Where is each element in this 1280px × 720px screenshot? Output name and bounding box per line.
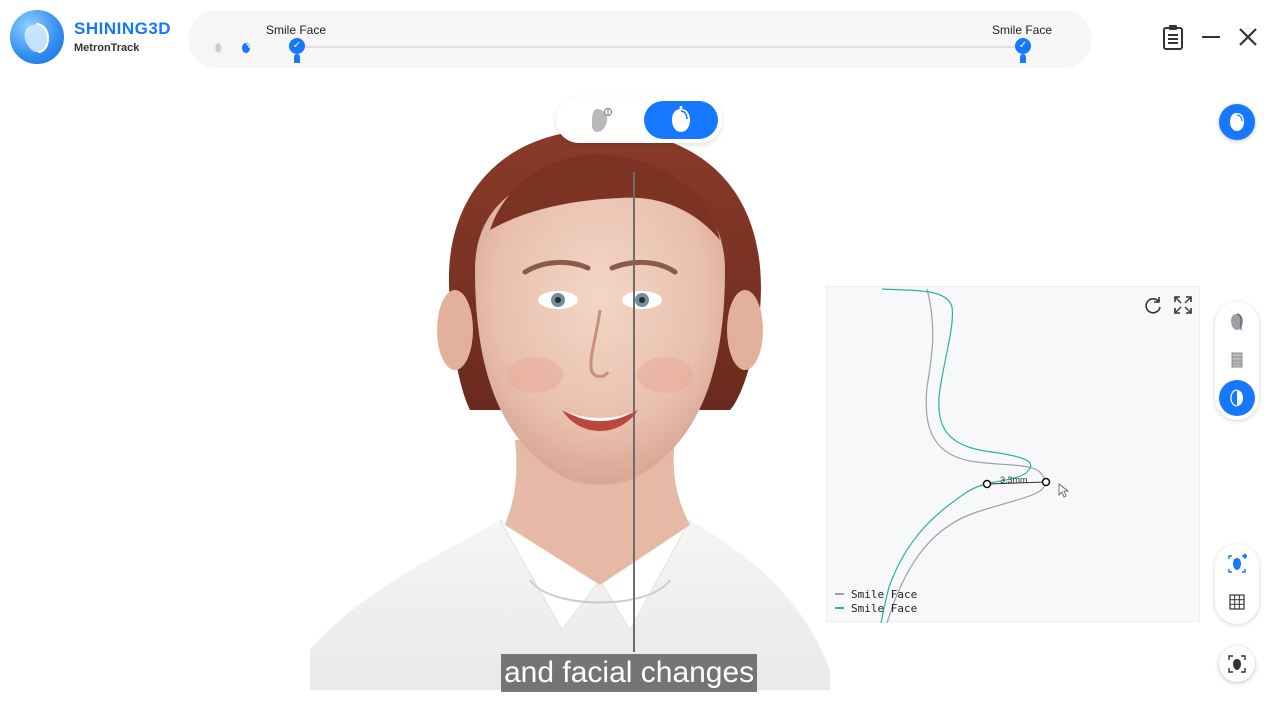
head-icon <box>1231 313 1243 330</box>
timeline-end-label: Smile Face <box>992 23 1053 37</box>
timeline-start-pin[interactable] <box>294 54 300 63</box>
section-view-button[interactable] <box>1219 342 1255 378</box>
face-profile-view-button[interactable] <box>564 101 638 139</box>
video-caption: and facial changes <box>501 654 758 692</box>
brand-subtitle: MetronTrack <box>74 42 140 54</box>
close-icon[interactable] <box>1233 22 1263 52</box>
legend-swatch-green <box>835 607 844 609</box>
landmark-button[interactable] <box>1219 546 1255 582</box>
legend-item: Smile Face <box>835 601 917 615</box>
legend-label: Smile Face <box>851 587 918 601</box>
measure-label: 3.3mm <box>1000 475 1028 485</box>
legend-swatch-gray <box>835 593 844 595</box>
view-toggle <box>556 97 722 143</box>
timeline-end-pin[interactable] <box>1020 54 1026 63</box>
profile-curve-gray <box>886 288 1046 623</box>
capture-button[interactable] <box>1219 646 1255 682</box>
legend-label: Smile Face <box>851 601 918 615</box>
face-3d-model[interactable] <box>300 110 840 700</box>
face-midline <box>633 172 635 652</box>
slice-icon <box>1231 352 1243 368</box>
face-front-icon[interactable] <box>240 41 252 53</box>
timeline-bar: Smile Face ✓ Smile Face ✓ <box>188 10 1092 68</box>
measure-point-a <box>982 479 992 489</box>
grid-icon <box>1229 594 1245 610</box>
clipboard-icon[interactable] <box>1158 22 1188 52</box>
split-view-button[interactable] <box>1219 380 1255 416</box>
app-logo <box>10 10 64 64</box>
profile-legend: Smile Face Smile Face <box>835 587 917 615</box>
face-capture-icon <box>1228 655 1246 673</box>
face-side-icon[interactable] <box>213 41 225 53</box>
view-tool-group <box>1215 302 1259 420</box>
profile-comparison-panel: 3.3mm Smile Face Smile Face <box>826 286 1200 623</box>
profile-curve-green <box>880 288 1032 623</box>
face-front-icon <box>1230 113 1244 131</box>
grid-button[interactable] <box>1219 584 1255 620</box>
minimize-icon[interactable] <box>1196 22 1226 52</box>
measure-point-b <box>1041 477 1051 487</box>
face-profile-icon <box>592 107 613 132</box>
timeline-start-marker[interactable]: ✓ <box>289 38 305 54</box>
face-front-icon <box>672 106 690 132</box>
analysis-tool-group <box>1215 544 1259 624</box>
timeline-track[interactable] <box>297 46 1024 48</box>
legend-item: Smile Face <box>835 587 917 601</box>
mouse-cursor-icon <box>1058 483 1070 498</box>
face-mode-button[interactable] <box>1219 104 1255 140</box>
timeline-start-label: Smile Face <box>266 23 327 37</box>
profile-curves: 3.3mm <box>880 288 1070 623</box>
timeline-end-marker[interactable]: ✓ <box>1015 38 1031 54</box>
brand-name: SHINING3D <box>74 19 172 38</box>
half-face-icon <box>1230 389 1243 407</box>
face-front-view-button[interactable] <box>644 101 718 139</box>
face-landmark-icon <box>1228 554 1247 573</box>
head-view-button[interactable] <box>1219 304 1255 340</box>
